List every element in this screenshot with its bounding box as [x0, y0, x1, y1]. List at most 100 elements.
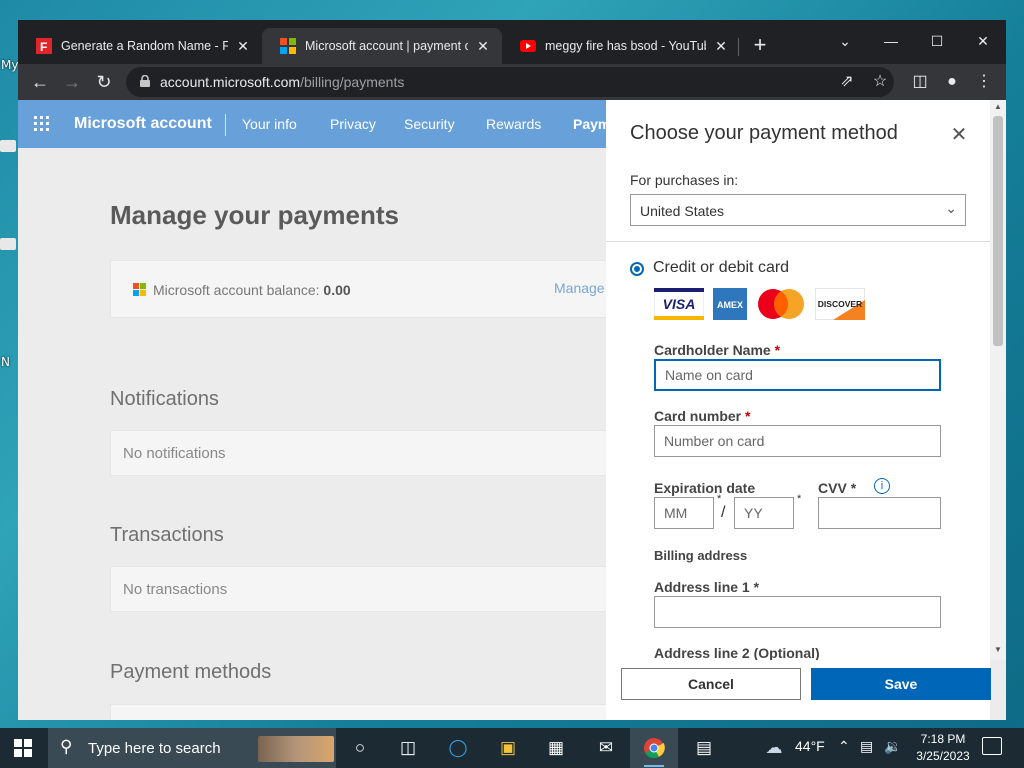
date-slash: /	[721, 504, 726, 521]
panel-footer: Cancel Save	[606, 660, 991, 720]
lock-icon	[140, 75, 150, 87]
purchases-label: For purchases in:	[630, 172, 739, 188]
cvv-input[interactable]	[818, 497, 941, 529]
tab-close-icon[interactable]: ✕	[234, 38, 252, 55]
cvv-info-icon[interactable]: i	[874, 478, 890, 494]
new-tab-button[interactable]: +	[748, 34, 772, 58]
volume-icon[interactable]: 🔉	[884, 738, 901, 755]
weather-cloud-icon[interactable]: ☁	[760, 734, 788, 762]
system-clock[interactable]: 7:18 PM 3/25/2023	[912, 731, 974, 765]
forward-button[interactable]: →	[58, 68, 86, 96]
address-line1-label: Address line 1 *	[654, 579, 760, 595]
chrome-taskbar-button[interactable]	[630, 728, 678, 768]
edge-icon[interactable]: ◯	[444, 734, 472, 762]
tab-youtube[interactable]: meggy fire has bsod - YouTube ✕	[502, 28, 740, 64]
start-button[interactable]	[14, 739, 32, 757]
close-window-button[interactable]: ✕	[960, 26, 1006, 56]
weather-temperature[interactable]: 44°F	[795, 738, 825, 754]
desktop-icon-label[interactable]: N	[1, 355, 10, 369]
scroll-down-arrow-icon[interactable]: ▼	[994, 645, 1002, 654]
file-explorer-icon[interactable]: ▣	[494, 734, 522, 762]
windows-taskbar: ⚲ Type here to search ○ ◫ ◯ ▣ ▦ ✉ ▤ ☁ 44…	[0, 728, 1024, 768]
desktop-icon[interactable]	[0, 238, 16, 250]
media-app-icon[interactable]: ▤	[690, 734, 718, 762]
expiry-year-input[interactable]	[734, 497, 794, 529]
tab-close-icon[interactable]: ✕	[712, 38, 730, 55]
manage-link[interactable]: Manage	[554, 280, 605, 296]
country-select[interactable]: United States ⌄	[630, 194, 966, 226]
cancel-button[interactable]: Cancel	[621, 668, 801, 700]
transactions-card: No transactions	[110, 566, 630, 612]
tab-separator	[738, 38, 739, 56]
chrome-icon	[644, 738, 665, 759]
visa-logo-icon: VISA	[654, 288, 704, 320]
close-icon[interactable]: ✕	[948, 122, 970, 147]
minimize-button[interactable]: —	[868, 26, 914, 56]
profile-icon[interactable]: ●	[938, 68, 966, 96]
reload-button[interactable]: ↻	[90, 68, 118, 96]
network-icon[interactable]: ▤	[860, 738, 873, 755]
scrollbar-thumb[interactable]	[993, 116, 1003, 346]
expiry-month-input[interactable]	[654, 497, 714, 529]
desktop-icon[interactable]	[0, 140, 16, 152]
youtube-favicon-icon	[520, 40, 536, 52]
address-line2-label: Address line 2 (Optional)	[654, 645, 820, 661]
cardholder-name-input[interactable]	[654, 359, 941, 391]
task-view-icon[interactable]: ◫	[394, 734, 422, 762]
tab-fake-name-generator[interactable]: F Generate a Random Name - Fake ✕	[18, 28, 262, 64]
desktop-icon-label[interactable]: My	[1, 58, 18, 72]
discover-logo-text: DISCOVER	[818, 299, 862, 309]
bookmark-star-icon[interactable]: ☆	[866, 68, 894, 96]
cortana-icon[interactable]: ○	[346, 734, 374, 762]
nav-security[interactable]: Security	[404, 116, 455, 132]
side-panel-icon[interactable]: ◫	[906, 68, 934, 96]
panel-title: Choose your payment method	[630, 122, 898, 144]
app-launcher-icon[interactable]	[34, 116, 50, 132]
panel-scrollbar[interactable]: ▲ ▼	[990, 100, 1006, 660]
payment-method-panel: Choose your payment method ✕ For purchas…	[606, 100, 991, 720]
transactions-empty-text: No transactions	[123, 581, 228, 598]
tab-search-chevron-icon[interactable]: ⌄	[822, 26, 868, 56]
page-title: Manage your payments	[110, 200, 399, 230]
cardholder-label: Cardholder Name *	[654, 342, 781, 358]
notifications-card: No notifications	[110, 430, 630, 476]
cvv-label: CVV *	[818, 480, 857, 496]
maximize-button[interactable]: ☐	[914, 26, 960, 56]
chrome-window: F Generate a Random Name - Fake ✕ Micros…	[18, 20, 1006, 720]
required-mark: *	[797, 493, 802, 505]
nav-payment[interactable]: Paym	[573, 116, 610, 132]
back-button[interactable]: ←	[26, 68, 54, 96]
panel-divider	[606, 241, 990, 242]
tab-title: Generate a Random Name - Fake	[61, 39, 228, 53]
svg-text:F: F	[40, 40, 47, 54]
microsoft-logo-icon	[133, 283, 146, 296]
card-number-input[interactable]	[654, 425, 941, 457]
search-highlight-image[interactable]	[258, 736, 334, 762]
transactions-heading: Transactions	[110, 524, 224, 546]
share-icon[interactable]: ⇗	[833, 68, 861, 96]
save-button[interactable]: Save	[811, 668, 991, 700]
notification-center-icon[interactable]	[982, 737, 1002, 755]
store-icon[interactable]: ▦	[542, 734, 570, 762]
balance-card: Microsoft account balance: 0.00 Manage	[110, 260, 630, 318]
tab-close-icon[interactable]: ✕	[474, 38, 492, 55]
tray-chevron-icon[interactable]: ⌃	[838, 738, 850, 755]
balance-label: Microsoft account balance: 0.00	[153, 282, 351, 298]
tab-title: meggy fire has bsod - YouTube	[545, 39, 706, 53]
nav-privacy[interactable]: Privacy	[330, 116, 376, 132]
address-bar[interactable]: account.microsoft.com/billing/payments	[126, 67, 894, 97]
tab-microsoft-account[interactable]: Microsoft account | payment opt ✕	[262, 28, 502, 64]
nav-your-info[interactable]: Your info	[242, 116, 297, 132]
nav-rewards[interactable]: Rewards	[486, 116, 541, 132]
microsoft-favicon-icon	[280, 38, 296, 54]
credit-card-radio-label[interactable]: Credit or debit card	[653, 259, 789, 277]
menu-kebab-icon[interactable]: ⋮	[970, 68, 998, 96]
brand-link[interactable]: Microsoft account	[74, 115, 212, 133]
scroll-up-arrow-icon[interactable]: ▲	[994, 102, 1002, 111]
credit-card-radio[interactable]	[630, 262, 644, 276]
search-icon: ⚲	[60, 737, 73, 756]
mail-icon[interactable]: ✉	[592, 734, 620, 762]
url-text: account.microsoft.com/billing/payments	[160, 74, 405, 90]
address-line1-input[interactable]	[654, 596, 941, 628]
mastercard-logo-icon	[758, 289, 804, 319]
